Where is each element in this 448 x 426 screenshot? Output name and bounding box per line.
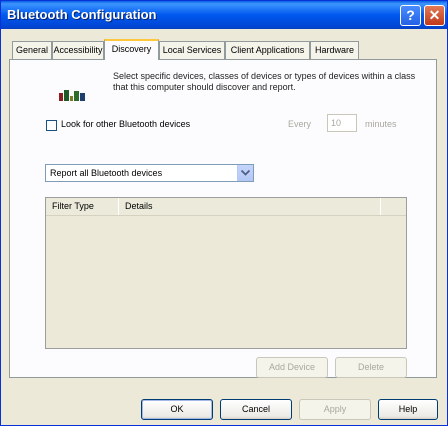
chevron-down-icon <box>241 170 250 176</box>
dropdown-button[interactable] <box>237 165 253 181</box>
cancel-button[interactable]: Cancel <box>220 399 292 420</box>
report-devices-select[interactable]: Report all Bluetooth devices <box>45 164 254 182</box>
column-header-details[interactable]: Details <box>118 198 380 215</box>
close-icon[interactable]: ✕ <box>424 5 445 26</box>
add-device-button[interactable]: Add Device <box>256 357 328 378</box>
filter-list-header: Filter Type Details <box>46 198 406 216</box>
column-header-blank <box>380 198 406 215</box>
column-header-filter-type[interactable]: Filter Type <box>46 198 118 215</box>
bluetooth-configuration-dialog: Bluetooth Configuration ? ✕ General Acce… <box>0 0 448 426</box>
look-for-devices-label[interactable]: Look for other Bluetooth devices <box>61 119 190 129</box>
report-devices-value: Report all Bluetooth devices <box>50 168 163 178</box>
apply-button[interactable]: Apply <box>299 399 371 420</box>
tab-hardware[interactable]: Hardware <box>310 41 359 59</box>
interval-input[interactable]: 10 <box>327 114 357 132</box>
tab-general[interactable]: General <box>12 41 52 59</box>
tab-discovery[interactable]: Discovery <box>104 39 159 60</box>
every-label: Every <box>288 119 312 129</box>
look-for-devices-checkbox[interactable] <box>46 120 57 131</box>
tab-local-services[interactable]: Local Services <box>159 41 225 59</box>
help-button[interactable]: Help <box>378 399 438 420</box>
tab-accessibility[interactable]: Accessibility <box>52 41 104 59</box>
minutes-label: minutes <box>365 119 397 129</box>
tab-client-applications[interactable]: Client Applications <box>225 41 310 59</box>
filter-list[interactable]: Filter Type Details <box>45 197 407 349</box>
title-bar[interactable]: Bluetooth Configuration ? ✕ <box>1 1 447 29</box>
window-title: Bluetooth Configuration <box>7 7 157 22</box>
help-icon[interactable]: ? <box>400 5 421 26</box>
ok-button[interactable]: OK <box>141 399 213 420</box>
discovery-description: Select specific devices, classes of devi… <box>113 71 416 92</box>
delete-button[interactable]: Delete <box>335 357 407 378</box>
bluetooth-devices-icon <box>59 90 85 101</box>
